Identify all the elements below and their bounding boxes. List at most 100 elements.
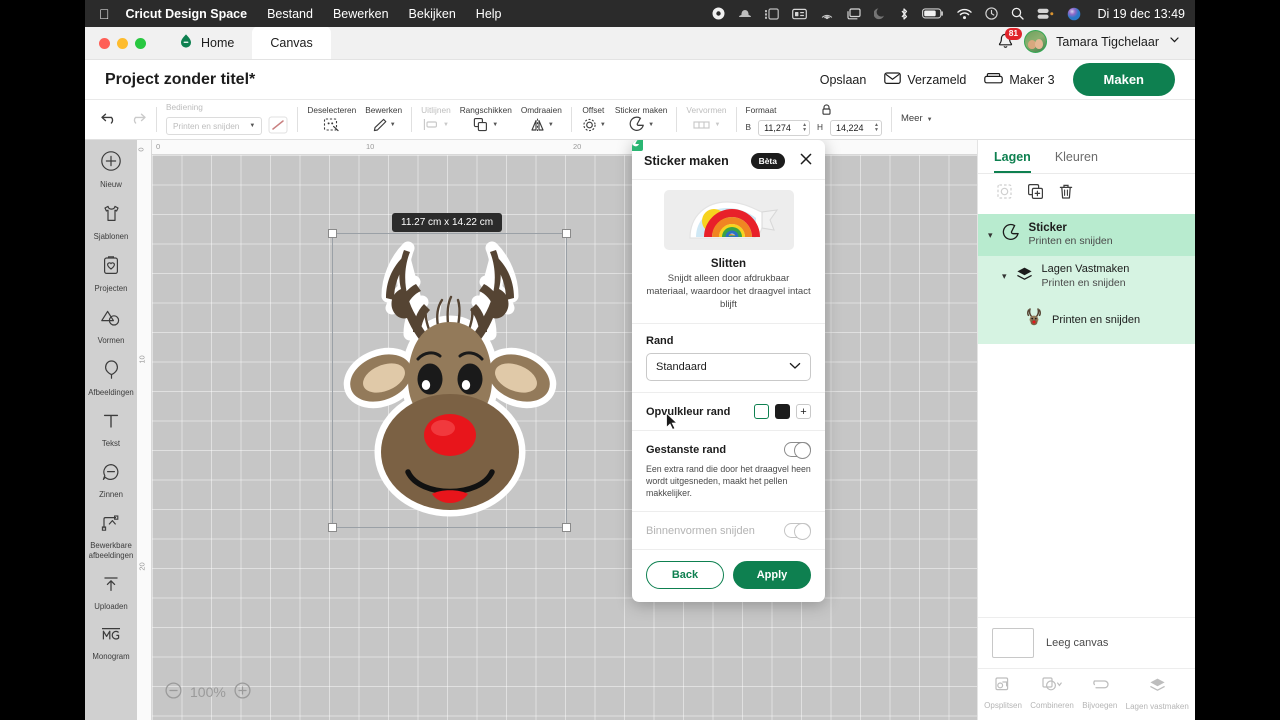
apply-button[interactable]: Apply [733,561,811,590]
menu-item-bestand[interactable]: Bestand [267,7,313,21]
footer-bijvoegen-button[interactable]: Bijvoegen [1082,676,1117,711]
collected-button[interactable]: Verzameld [884,71,966,88]
add-swatch-button[interactable]: + [796,404,811,420]
footer-lagen-vastmaken-button[interactable]: Lagen vastmaken [1126,676,1189,711]
chevron-down-icon[interactable]: ▾ [988,230,993,241]
sidebar-item-vormen[interactable]: Vormen [85,308,137,345]
align-button[interactable]: Uitlijnen ▼ [421,105,451,133]
notifications-bell-icon[interactable]: 81 [996,28,1023,51]
menu-item-help[interactable]: Help [476,7,502,21]
flip-button[interactable]: Omdraaien ▼ [521,105,562,133]
pen-color-swatch[interactable] [268,116,288,136]
tab-kleuren[interactable]: Kleuren [1055,150,1098,173]
stage-manager-icon[interactable] [765,7,780,20]
empty-canvas-row[interactable]: Leeg canvas [978,617,1195,668]
sidebar-item-tekst[interactable]: Tekst [85,411,137,448]
dnd-moon-icon[interactable] [874,7,886,20]
vertical-ruler[interactable]: 0 10 20 [137,140,152,720]
close-window-button[interactable] [99,38,110,49]
arrange-button[interactable]: Rangschikken ▼ [460,105,512,133]
bluetooth-icon[interactable] [899,7,909,21]
resize-handle-br[interactable] [562,523,571,532]
width-spinner[interactable]: ▲ ▼ [802,123,807,133]
layer-row-reindeer[interactable]: Printen en snijden [978,297,1195,345]
design-canvas[interactable]: 0 10 20 0 10 20 11.27 cm x 14.22 cm 100%… [137,140,977,720]
layer-row-lagen-vastmaken[interactable]: ▾ Lagen Vastmaken Printen en snijden [978,256,1195,298]
chevron-down-icon[interactable]: ▾ [1002,271,1007,282]
menu-item-bekijken[interactable]: Bekijken [409,7,456,21]
lock-icon[interactable] [820,103,833,118]
duplicate-icon[interactable] [1027,183,1044,205]
avatar[interactable] [1024,30,1048,53]
kiss-cut-toggle[interactable] [784,442,811,460]
slice-icon[interactable] [996,183,1013,205]
time-machine-icon[interactable] [985,7,999,20]
edit-button[interactable]: Bewerken ▼ [365,105,402,133]
tab-canvas[interactable]: Canvas [252,27,331,59]
apple-icon[interactable]:  [99,7,110,21]
more-button[interactable]: Meer ▼ [901,113,933,124]
swatch-black[interactable] [775,404,790,420]
make-button[interactable]: Maken [1072,63,1175,96]
footer-opsplitsen-button[interactable]: Opsplitsen [984,676,1022,711]
window-icon[interactable] [847,7,862,20]
resize-handle-tr[interactable] [562,229,571,238]
swatch-white[interactable] [754,404,769,420]
sidebar-item-projecten[interactable]: Projecten [85,255,137,293]
airplay-icon[interactable] [820,7,834,20]
height-stepper[interactable]: ▲▼ [830,120,882,136]
sidebar-item-zinnen[interactable]: Zinnen [85,462,137,499]
sidebar-item-sjablonen[interactable]: Sjablonen [85,203,137,241]
tab-home[interactable]: Home [160,27,252,59]
undo-icon[interactable] [100,110,119,130]
page-title[interactable]: Project zonder titel* [105,71,255,89]
width-stepper[interactable]: ▲▼ [758,120,811,136]
tab-lagen[interactable]: Lagen [994,150,1031,173]
battery-icon[interactable] [922,8,944,19]
sidebar-item-uploaden[interactable]: Uploaden [85,574,137,611]
screenshot-icon[interactable] [792,8,808,20]
menu-app-name[interactable]: Cricut Design Space [126,7,248,21]
wifi-icon[interactable] [957,8,973,20]
height-input[interactable] [836,123,871,133]
delete-icon[interactable] [1058,183,1074,205]
canvas-toolbar: Bediening Printen en snijden ▼ Deselecte… [85,100,1195,140]
sticker-maken-button[interactable]: Sticker maken ▼ [615,105,667,133]
resize-handle-tl[interactable] [328,229,337,238]
height-spinner[interactable]: ▲ ▼ [874,123,879,133]
layer-row-sticker[interactable]: ▾ Sticker Printen en snijden [978,214,1195,257]
offset-button[interactable]: Offset ▼ [581,105,606,133]
width-input[interactable] [764,123,799,133]
operation-select[interactable]: Printen en snijden ▼ [166,116,263,135]
machine-selector[interactable]: Maker 3 [984,71,1055,88]
sidebar-item-monogram[interactable]: Monogram [85,625,137,661]
record-icon[interactable] [712,7,725,20]
minimize-window-button[interactable] [117,38,128,49]
maximize-window-button[interactable] [135,38,146,49]
border-select[interactable]: Standaard [646,353,811,382]
inner-cut-toggle[interactable] [784,522,811,540]
close-icon[interactable] [799,152,813,169]
operation-control[interactable]: Bediening Printen en snijden ▼ [166,103,288,135]
siri-icon[interactable] [1067,7,1081,21]
kiss-cut-row: Gestanste rand [646,442,811,460]
horizontal-ruler[interactable]: 0 10 20 [137,140,977,155]
resize-handle-bl[interactable] [328,523,337,532]
bowler-hat-icon[interactable] [738,7,752,20]
sidebar-item-nieuw[interactable]: Nieuw [85,150,137,189]
deselect-button[interactable]: Deselecteren [307,105,356,133]
sidebar-item-bewerkbare-afbeeldingen[interactable]: Bewerkbare afbeeldingen [85,513,137,560]
menu-item-bewerken[interactable]: Bewerken [333,7,389,21]
deform-button[interactable]: Vervormen ▼ [686,105,727,133]
control-center-icon[interactable] [1037,8,1054,20]
footer-combineren-button[interactable]: Combineren [1030,676,1074,711]
search-icon[interactable] [1011,7,1025,20]
back-button[interactable]: Back [646,561,724,590]
redo-icon[interactable] [128,110,147,130]
minus-circle-icon[interactable] [165,682,182,702]
save-button[interactable]: Opslaan [820,73,867,87]
sidebar-item-afbeeldingen[interactable]: Afbeeldingen [85,359,137,397]
plus-circle-icon[interactable] [234,682,251,702]
toolbar-separator [676,107,678,132]
chevron-down-icon[interactable] [1168,33,1181,51]
